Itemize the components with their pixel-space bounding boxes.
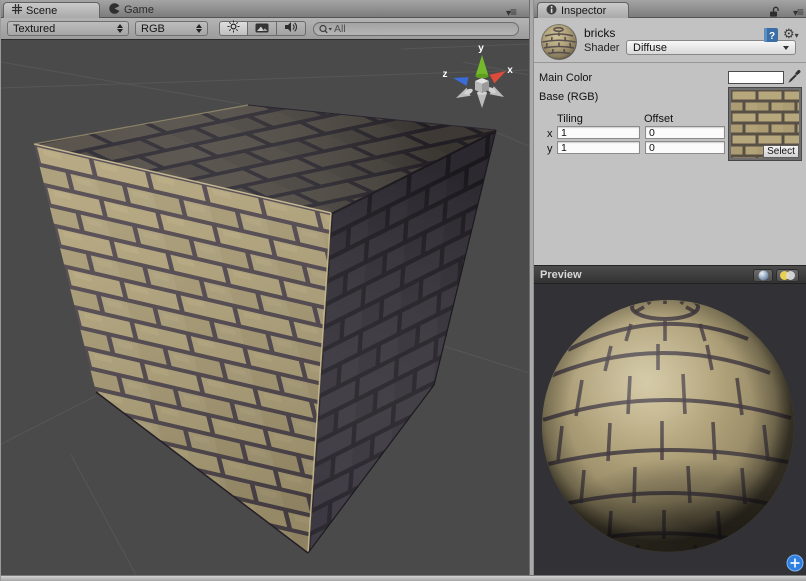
tab-game-label: Game (124, 4, 154, 16)
add-button[interactable] (787, 555, 803, 571)
select-texture-button[interactable]: Select (763, 145, 799, 158)
tab-game[interactable]: Game (103, 2, 160, 18)
scene-toolbar: Textured RGB (1, 18, 529, 40)
tiling-header: Tiling (557, 113, 583, 125)
color-mode-dropdown[interactable]: RGB (135, 21, 208, 36)
x-axis-label: x (507, 65, 513, 76)
brick-cube[interactable] (34, 105, 496, 553)
sphere-edge-shading (542, 300, 794, 552)
info-icon (546, 4, 557, 18)
search-icon (318, 24, 332, 35)
orientation-gizmo[interactable]: y x z (443, 43, 514, 108)
help-button[interactable]: ? (763, 27, 779, 48)
y-offset-input[interactable] (645, 141, 725, 154)
x-axis-cone[interactable] (490, 71, 507, 83)
material-sphere-icon (540, 23, 578, 66)
spinner-icon (117, 24, 123, 33)
material-name: bricks (584, 26, 615, 40)
audio-button[interactable] (277, 21, 306, 36)
y-tiling-input[interactable] (557, 141, 640, 154)
tab-scene-label: Scene (26, 5, 57, 17)
offset-header: Offset (644, 113, 673, 125)
scene-tab-menu-button[interactable]: ▾≡ (506, 5, 516, 19)
status-bar (1, 575, 806, 581)
base-texture-label: Base (RGB) (539, 91, 598, 103)
scene-panel: Scene Game ▾≡ Textured RGB (1, 0, 529, 575)
shader-value: Diffuse (633, 42, 667, 54)
grid-icon (12, 4, 22, 17)
main-color-label: Main Color (539, 72, 592, 84)
gizmo-center-cube[interactable] (475, 78, 489, 93)
speaker-icon (284, 20, 298, 38)
material-header: bricks Shader Diffuse ? ⚙▾ (534, 18, 806, 63)
preview-lighting-button[interactable] (776, 269, 799, 282)
scene-lighting-button[interactable] (219, 21, 248, 36)
x-axis-row-label: x (547, 128, 553, 140)
chevron-down-icon (783, 46, 789, 50)
shader-label: Shader (584, 42, 619, 54)
preview-area[interactable] (534, 284, 806, 575)
preview-header: Preview (534, 265, 806, 284)
x-tiling-input[interactable] (557, 126, 640, 139)
scene-viewport[interactable]: y x z (1, 40, 529, 575)
eyedropper-icon[interactable] (787, 69, 802, 89)
spinner-icon (196, 24, 202, 33)
gear-menu-button[interactable]: ⚙▾ (783, 26, 799, 42)
search-field[interactable] (313, 22, 519, 36)
scene-tabstrip: Scene Game ▾≡ (1, 0, 529, 18)
texture-thumbnail[interactable]: Select (729, 88, 801, 160)
search-input[interactable] (332, 22, 482, 36)
draw-mode-value: Textured (13, 23, 55, 35)
tab-scene[interactable]: Scene (3, 2, 100, 18)
x-offset-input[interactable] (645, 126, 725, 139)
color-mode-value: RGB (141, 23, 165, 35)
tab-inspector[interactable]: Inspector (537, 2, 629, 18)
inspector-tabstrip: Inspector ▾≡ (534, 0, 806, 18)
preview-title: Preview (540, 269, 582, 281)
y-axis-row-label: y (547, 143, 553, 155)
main-color-swatch[interactable] (728, 71, 784, 84)
inspector-menu-button[interactable]: ▾≡ (793, 5, 803, 19)
y-axis-label: y (478, 43, 484, 54)
image-icon (255, 20, 269, 38)
svg-text:?: ? (769, 31, 775, 42)
preview-sphere[interactable] (542, 294, 804, 575)
preview-sphere-button[interactable] (753, 269, 773, 282)
cube-left-shading (34, 144, 331, 553)
sun-icon (227, 20, 240, 38)
z-axis-cone[interactable] (453, 77, 469, 86)
effects-button[interactable] (248, 21, 277, 36)
pacman-icon (109, 3, 120, 17)
z-axis-label: z (443, 69, 448, 80)
tab-inspector-label: Inspector (561, 5, 606, 17)
draw-mode-dropdown[interactable]: Textured (7, 21, 129, 36)
select-label: Select (767, 146, 795, 157)
unity-editor-window: Scene Game ▾≡ Textured RGB (0, 0, 806, 581)
inspector-panel: Inspector ▾≡ (534, 0, 806, 575)
